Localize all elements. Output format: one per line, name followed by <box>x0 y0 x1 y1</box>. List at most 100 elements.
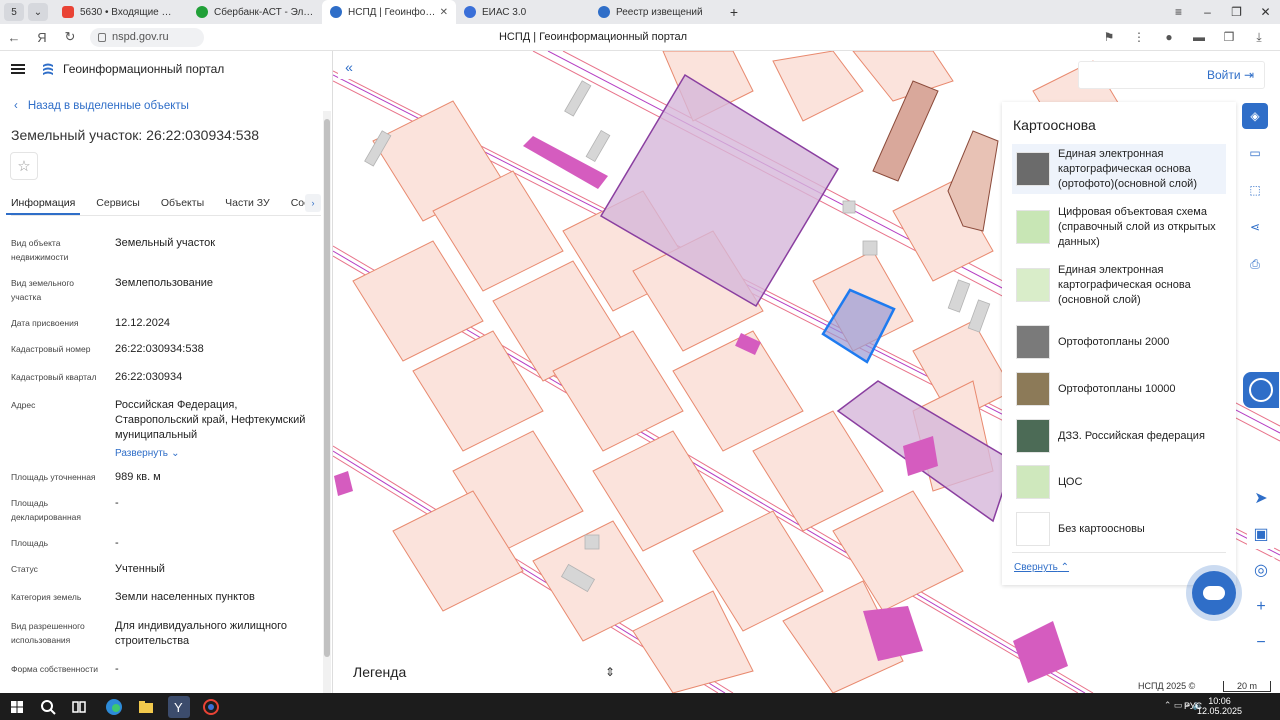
basemap-option-dzz[interactable]: ДЗЗ. Российская федерация <box>1012 414 1226 458</box>
basemap-option-none[interactable]: Без картоосновы <box>1012 507 1226 551</box>
tab-services[interactable]: Сервисы <box>96 192 140 215</box>
clock-date: 12.05.2025 <box>1196 706 1242 716</box>
minimize-icon[interactable]: – <box>1193 0 1222 24</box>
basemap-label: Без картоосновы <box>1058 522 1145 535</box>
basemap-option-ortho-2000[interactable]: Ортофотопланы 2000 <box>1012 320 1226 364</box>
extension-icon[interactable]: ▬ <box>1184 30 1214 45</box>
zoom-controls: ➤ ▣ ◎ + − <box>1247 485 1275 665</box>
attr-key: Вид разрешенного использования <box>11 621 85 645</box>
basemap-option-ortho-main[interactable]: Единая электронная картографическая осно… <box>1012 144 1226 194</box>
basemap-option-main[interactable]: Единая электронная картографическая осно… <box>1012 260 1226 310</box>
url-field[interactable]: nspd.gov.ru <box>90 27 204 47</box>
basemap-option-digital-scheme[interactable]: Цифровая объектовая схема (справочный сл… <box>1012 203 1226 251</box>
bookmark-icon[interactable]: ⚑ <box>1094 30 1124 45</box>
basemap-option-cos[interactable]: ЦОС <box>1012 460 1226 504</box>
collapse-panel-icon[interactable]: « <box>338 57 360 79</box>
panel-scrollbar[interactable] <box>323 111 331 693</box>
assistant-ring <box>1249 378 1273 402</box>
app-icon[interactable] <box>200 696 222 718</box>
new-tab-icon[interactable]: + <box>724 4 744 20</box>
reload-icon[interactable]: ↻ <box>56 29 84 45</box>
address-bar: ← Я ↻ nspd.gov.ru НСПД | Геоинформационн… <box>0 24 1280 51</box>
task-view-icon[interactable] <box>68 696 90 718</box>
attr-value: - <box>115 663 119 675</box>
menu-icon[interactable] <box>11 64 25 74</box>
browser-tab-eias[interactable]: ЕИАС 3.0 <box>456 0 590 24</box>
collapse-basemap-link[interactable]: Свернуть ⌃ <box>1014 562 1069 573</box>
search-icon[interactable] <box>37 696 59 718</box>
windows-start-icon[interactable] <box>6 696 28 718</box>
tab-label: ЕИАС 3.0 <box>482 6 527 18</box>
browser-tab-registry[interactable]: Реестр извещений <box>590 0 724 24</box>
attr-key: Кадастровый номер <box>11 344 91 354</box>
extension-icon[interactable]: ● <box>1154 30 1184 45</box>
close-tab-icon[interactable]: ✕ <box>440 7 448 18</box>
browser-tab-nspd[interactable]: НСПД | Геоинформаци ✕ <box>322 0 456 24</box>
expand-address-link[interactable]: Развернуть ⌄ <box>115 446 315 461</box>
attr-key: Кадастровый квартал <box>11 372 97 382</box>
basemap-thumbnail <box>1016 372 1050 406</box>
clock[interactable]: 10:06 12.05.2025 <box>1197 696 1242 716</box>
browser-tab-mail[interactable]: 5630 • Входящие — Яндекс <box>54 0 188 24</box>
attr-key: Статус <box>11 564 38 574</box>
chat-fab-button[interactable] <box>1192 571 1236 615</box>
expand-legend-icon[interactable]: ⇕ <box>605 655 615 689</box>
zoom-out-icon[interactable]: − <box>1247 629 1275 657</box>
legend-panel[interactable]: Легенда ⇕ <box>341 655 629 689</box>
basemap-panel: Картооснова Единая электронная картограф… <box>1002 102 1236 585</box>
layers-icon[interactable]: ◈ <box>1242 103 1268 129</box>
browser-toolbar-right: ⚑ ⋮ ● ▬ ❒ ⤓ <box>1094 30 1274 45</box>
select-area-icon[interactable]: ⬚ <box>1242 177 1268 203</box>
edge-icon[interactable] <box>103 696 125 718</box>
attr-key: Вид объекта недвижимости <box>11 238 69 262</box>
scale-bar: 20 m <box>1223 681 1271 692</box>
file-explorer-icon[interactable] <box>135 696 157 718</box>
minimap-icon[interactable]: ▣ <box>1247 521 1275 549</box>
url-text: nspd.gov.ru <box>112 31 169 43</box>
attr-value: - <box>115 497 119 509</box>
page-title: НСПД | Геоинформационный портал <box>498 31 688 43</box>
back-label: Назад в выделенные объекты <box>27 100 189 112</box>
tab-objects[interactable]: Объекты <box>161 192 204 215</box>
tab-label: Сбербанк-АСТ - Электро <box>214 6 314 18</box>
collapse-label: Свернуть <box>1014 562 1058 573</box>
back-to-selected-link[interactable]: ‹ Назад в выделенные объекты <box>14 100 189 112</box>
favorite-star-icon[interactable]: ☆ <box>10 152 38 180</box>
zoom-in-icon[interactable]: + <box>1247 593 1275 621</box>
yandex-icon[interactable]: Я <box>28 30 56 45</box>
locate-icon[interactable]: ◎ <box>1247 557 1275 585</box>
restore-icon[interactable]: ❐ <box>1222 0 1251 24</box>
tabs-next-icon[interactable]: › <box>305 194 321 212</box>
yandex-browser-icon[interactable]: Y <box>168 696 190 718</box>
login-button[interactable]: Войти ⇥ <box>1078 61 1265 89</box>
clock-time: 10:06 <box>1208 696 1231 706</box>
collections-icon[interactable]: ❒ <box>1214 30 1244 45</box>
tabs-dropdown-icon[interactable]: ⌄ <box>28 3 48 21</box>
scrollbar-thumb[interactable] <box>324 119 330 657</box>
attr-value: 26:22:030934 <box>115 371 183 383</box>
tab-counter[interactable]: 5 <box>4 3 24 21</box>
menu-icon[interactable]: ≡ <box>1164 0 1193 24</box>
share-icon[interactable]: ⋖ <box>1242 214 1268 240</box>
assistant-badge-icon[interactable] <box>1243 372 1279 408</box>
legend-label: Легенда <box>353 664 407 680</box>
navigate-icon[interactable]: ➤ <box>1247 485 1275 513</box>
browser-tab-sber[interactable]: Сбербанк-АСТ - Электро <box>188 0 322 24</box>
back-icon[interactable]: ← <box>0 30 28 45</box>
tab-info[interactable]: Информация <box>6 192 81 215</box>
downloads-icon[interactable]: ⤓ <box>1244 30 1274 45</box>
tab-parcel-parts[interactable]: Части ЗУ <box>225 192 270 215</box>
basemap-thumbnail <box>1016 268 1050 302</box>
basemap-option-ortho-10000[interactable]: Ортофотопланы 10000 <box>1012 367 1226 411</box>
print-icon[interactable]: ⎙ <box>1242 251 1268 277</box>
attr-value: 26:22:030934:538 <box>115 343 204 355</box>
more-icon[interactable]: ⋮ <box>1124 30 1154 45</box>
ruler-icon[interactable]: ▭ <box>1242 140 1268 166</box>
basemap-title: Картооснова <box>1013 117 1096 133</box>
object-panel: Геоинформационный портал ‹ Назад в выделе… <box>0 51 333 693</box>
tab-label: 5630 • Входящие — Яндекс <box>80 6 180 18</box>
attr-value: Для индивидуального жилищного строительс… <box>115 620 288 647</box>
copyright: НСПД 2025 © <box>1136 681 1198 691</box>
close-window-icon[interactable]: ✕ <box>1251 0 1280 24</box>
map-view[interactable]: « Войти ⇥ ◈ ▭ ⬚ ⋖ ⎙ Картооснова Единая э… <box>333 51 1280 693</box>
